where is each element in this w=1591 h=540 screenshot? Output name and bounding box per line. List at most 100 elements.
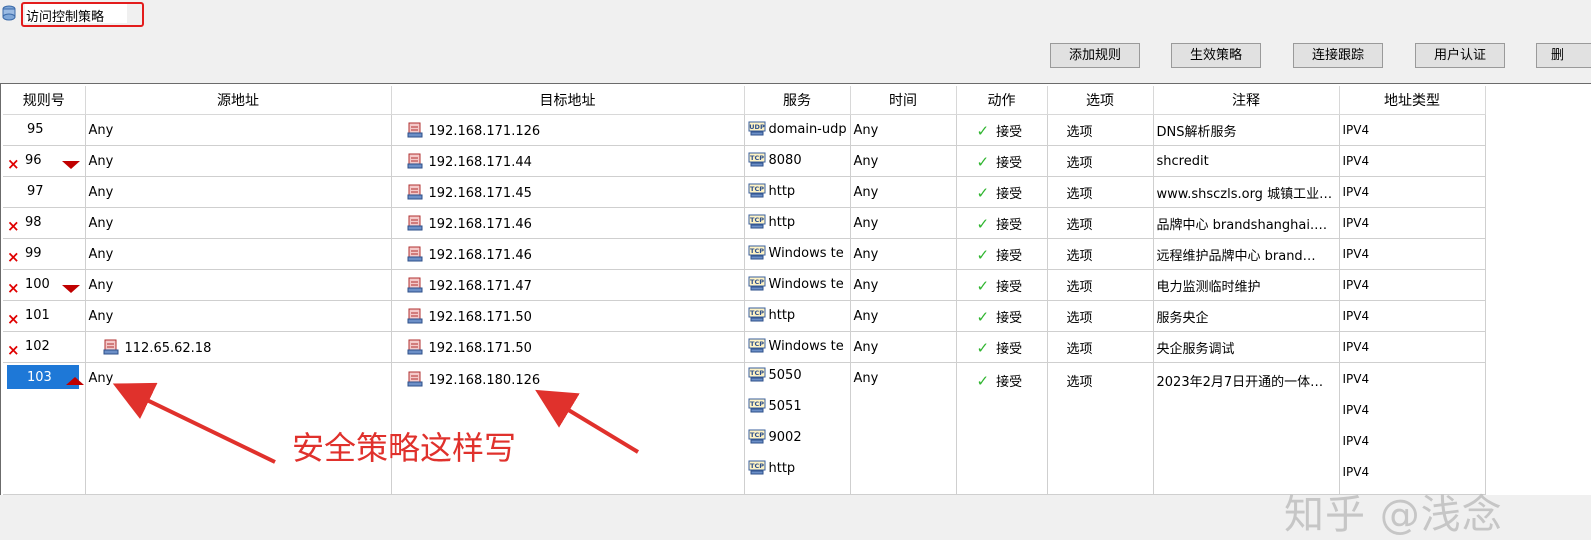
- destination-cell[interactable]: 192.168.171.46: [391, 207, 745, 239]
- service-cell[interactable]: TCP http: [744, 300, 851, 332]
- source-cell[interactable]: 112.65.62.18: [85, 331, 392, 363]
- destination-cell[interactable]: 192.168.171.50: [391, 300, 745, 332]
- action-cell[interactable]: ✓ 接受: [956, 114, 1048, 146]
- apply-policy-button[interactable]: 生效策略: [1171, 43, 1261, 68]
- action-cell[interactable]: ✓ 接受: [956, 300, 1048, 332]
- rule-number-cell[interactable]: × 96: [3, 145, 86, 177]
- action-cell[interactable]: ✓ 接受: [956, 176, 1048, 208]
- address-type-cell[interactable]: IPV4: [1339, 114, 1486, 146]
- address-type-cell[interactable]: IPV4: [1339, 269, 1486, 301]
- source-cell[interactable]: Any: [85, 238, 392, 270]
- action-cell[interactable]: ✓ 接受: [956, 269, 1048, 301]
- user-auth-button[interactable]: 用户认证: [1415, 43, 1505, 68]
- option-cell[interactable]: 选项: [1047, 238, 1154, 270]
- col-header-rule[interactable]: 规则号: [3, 86, 86, 115]
- action-cell[interactable]: ✓ 接受: [956, 207, 1048, 239]
- col-header-action[interactable]: 动作: [956, 86, 1048, 115]
- time-cell[interactable]: Any: [850, 238, 957, 270]
- source-cell[interactable]: Any: [85, 207, 392, 239]
- time-cell[interactable]: Any: [850, 331, 957, 363]
- destination-cell[interactable]: 192.168.171.46: [391, 238, 745, 270]
- option-cell[interactable]: 选项: [1047, 300, 1154, 332]
- comment-cell[interactable]: www.shsczls.org 城镇工业…: [1153, 176, 1340, 208]
- rule-number-cell[interactable]: × 102: [3, 331, 86, 363]
- option-cell[interactable]: 选项: [1047, 362, 1154, 495]
- address-type-cell[interactable]: IPV4: [1339, 176, 1486, 208]
- table-row[interactable]: × 100 Any 192.168.171.47 TCP Windows te Any ✓ 接受…: [3, 269, 1486, 301]
- time-cell[interactable]: Any: [850, 114, 957, 146]
- option-link[interactable]: 选项: [1051, 156, 1093, 171]
- option-link[interactable]: 选项: [1051, 249, 1093, 264]
- option-link[interactable]: 选项: [1051, 218, 1093, 233]
- col-header-destination[interactable]: 目标地址: [391, 86, 745, 115]
- option-cell[interactable]: 选项: [1047, 114, 1154, 146]
- time-cell[interactable]: Any: [850, 176, 957, 208]
- service-cell[interactable]: TCP http: [744, 176, 851, 208]
- rule-number-cell[interactable]: 95: [3, 114, 86, 146]
- comment-cell[interactable]: 品牌中心 brandshanghai.…: [1153, 207, 1340, 239]
- table-row[interactable]: × 102 112.65.62.18 192.168.171.50 TCP Windows…: [3, 331, 1486, 363]
- address-type-cell[interactable]: IPV4: [1339, 238, 1486, 270]
- time-cell[interactable]: Any: [850, 145, 957, 177]
- table-row[interactable]: 97 Any 192.168.171.45 TCP http Any ✓ 接受 选项 www.sh…: [3, 176, 1486, 208]
- destination-cell[interactable]: 192.168.171.126: [391, 114, 745, 146]
- destination-cell[interactable]: 192.168.171.44: [391, 145, 745, 177]
- delete-button[interactable]: 删: [1536, 43, 1591, 68]
- source-cell[interactable]: Any: [85, 176, 392, 208]
- comment-cell[interactable]: 2023年2月7日开通的一体…: [1153, 362, 1340, 495]
- service-cell[interactable]: TCP http: [744, 207, 851, 239]
- service-cell[interactable]: TCP 5050 TCP 5051 TCP 9002 TCP http: [744, 362, 851, 495]
- address-type-cell[interactable]: IPV4 IPV4 IPV4 IPV4: [1339, 362, 1486, 495]
- service-cell[interactable]: TCP Windows te: [744, 331, 851, 363]
- option-cell[interactable]: 选项: [1047, 269, 1154, 301]
- table-row[interactable]: × 96 Any 192.168.171.44 TCP 8080 Any ✓ 接受 选项 shcre…: [3, 145, 1486, 177]
- option-cell[interactable]: 选项: [1047, 207, 1154, 239]
- action-cell[interactable]: ✓ 接受: [956, 331, 1048, 363]
- table-row[interactable]: × 98 Any 192.168.171.46 TCP http Any ✓ 接受 选项 品牌中心 …: [3, 207, 1486, 239]
- rule-number-cell[interactable]: × 99: [3, 238, 86, 270]
- address-type-cell[interactable]: IPV4: [1339, 300, 1486, 332]
- action-cell[interactable]: ✓ 接受: [956, 362, 1048, 495]
- source-cell[interactable]: Any: [85, 145, 392, 177]
- rule-number-cell[interactable]: 97: [3, 176, 86, 208]
- destination-cell[interactable]: 192.168.171.47: [391, 269, 745, 301]
- service-cell[interactable]: UDP domain-udp: [744, 114, 851, 146]
- comment-cell[interactable]: 服务央企: [1153, 300, 1340, 332]
- time-cell[interactable]: Any: [850, 207, 957, 239]
- rule-number-cell[interactable]: 103: [3, 362, 86, 495]
- service-cell[interactable]: TCP Windows te: [744, 269, 851, 301]
- option-cell[interactable]: 选项: [1047, 331, 1154, 363]
- address-type-cell[interactable]: IPV4: [1339, 207, 1486, 239]
- service-cell[interactable]: TCP Windows te: [744, 238, 851, 270]
- col-header-time[interactable]: 时间: [850, 86, 957, 115]
- option-link[interactable]: 选项: [1051, 125, 1093, 140]
- service-cell[interactable]: TCP 8080: [744, 145, 851, 177]
- source-cell[interactable]: Any: [85, 114, 392, 146]
- option-link[interactable]: 选项: [1051, 311, 1093, 326]
- address-type-cell[interactable]: IPV4: [1339, 331, 1486, 363]
- option-cell[interactable]: 选项: [1047, 176, 1154, 208]
- comment-cell[interactable]: shcredit: [1153, 145, 1340, 177]
- add-rule-button[interactable]: 添加规则: [1050, 43, 1140, 68]
- action-cell[interactable]: ✓ 接受: [956, 145, 1048, 177]
- rule-number-cell[interactable]: × 100: [3, 269, 86, 301]
- col-header-comment[interactable]: 注释: [1153, 86, 1340, 115]
- table-row[interactable]: × 99 Any 192.168.171.46 TCP Windows te Any ✓ 接受 选…: [3, 238, 1486, 270]
- comment-cell[interactable]: 央企服务调试: [1153, 331, 1340, 363]
- comment-cell[interactable]: DNS解析服务: [1153, 114, 1340, 146]
- time-cell[interactable]: Any: [850, 300, 957, 332]
- col-header-service[interactable]: 服务: [744, 86, 851, 115]
- col-header-addr-type[interactable]: 地址类型: [1339, 86, 1486, 115]
- option-link[interactable]: 选项: [1051, 375, 1093, 390]
- option-link[interactable]: 选项: [1051, 280, 1093, 295]
- comment-cell[interactable]: 电力监测临时维护: [1153, 269, 1340, 301]
- rule-number-cell[interactable]: × 98: [3, 207, 86, 239]
- col-header-source[interactable]: 源地址: [85, 86, 392, 115]
- table-row[interactable]: × 101 Any 192.168.171.50 TCP http Any ✓ 接受 选项 服务央企…: [3, 300, 1486, 332]
- source-cell[interactable]: Any: [85, 269, 392, 301]
- time-cell[interactable]: Any: [850, 269, 957, 301]
- table-row[interactable]: 103 Any 192.168.180.126 TCP 5050 TCP 5051 TCP 90…: [3, 362, 1486, 495]
- option-link[interactable]: 选项: [1051, 342, 1093, 357]
- table-row[interactable]: 95 Any 192.168.171.126 UDP domain-udp Any ✓ 接受选…: [3, 114, 1486, 146]
- option-cell[interactable]: 选项: [1047, 145, 1154, 177]
